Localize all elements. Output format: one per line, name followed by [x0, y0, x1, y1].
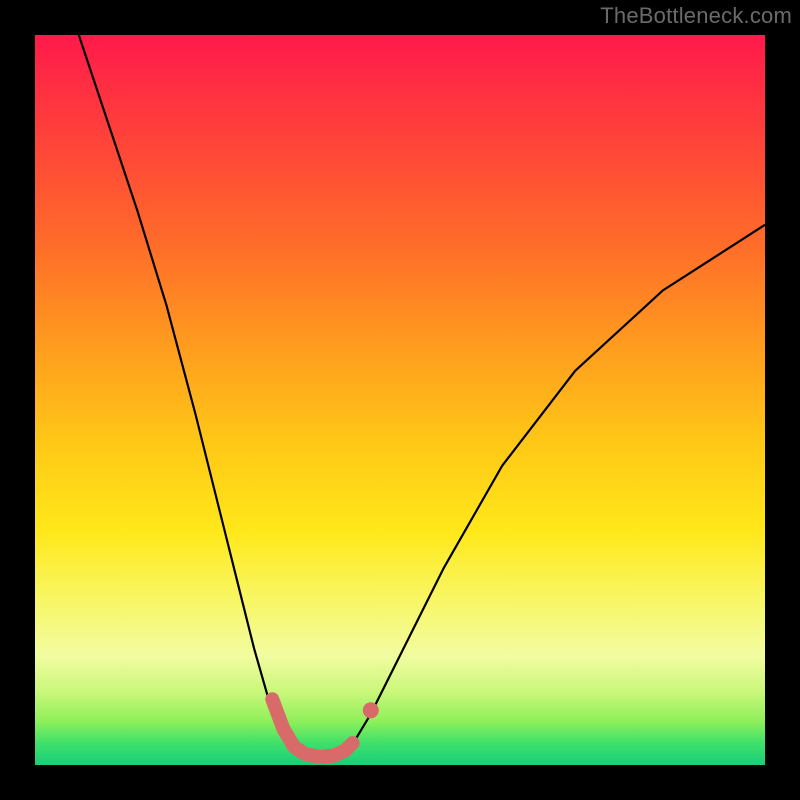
watermark-text: TheBottleneck.com [600, 3, 792, 29]
curve-left [79, 35, 291, 750]
highlight-dot [363, 702, 379, 718]
highlight-segment [272, 699, 352, 757]
curve-right [349, 225, 765, 751]
outer-frame: TheBottleneck.com [0, 0, 800, 800]
curve-layer [35, 35, 765, 765]
plot-area [35, 35, 765, 765]
